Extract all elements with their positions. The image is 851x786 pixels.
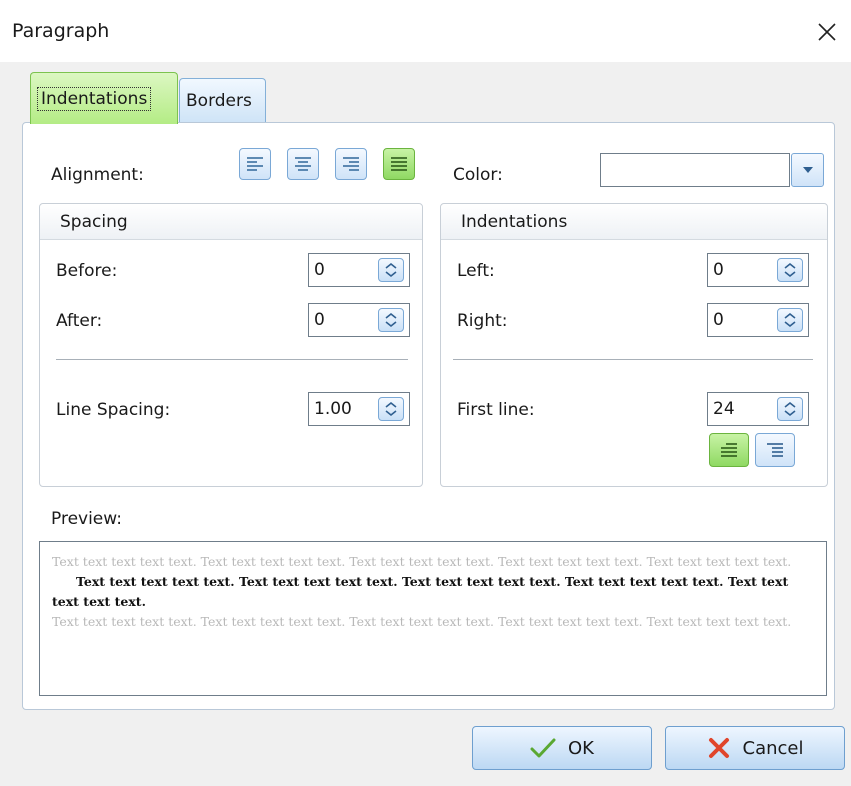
right-indent-value: 0 — [713, 310, 724, 330]
align-right-icon — [343, 157, 359, 171]
right-indent-label: Right: — [457, 311, 508, 331]
cross-icon — [708, 738, 729, 758]
left-indent-spin-button[interactable] — [777, 258, 803, 282]
tab-borders[interactable]: Borders — [179, 78, 266, 122]
close-button[interactable] — [812, 17, 842, 47]
line-spacing-spin-button[interactable] — [378, 397, 404, 421]
cancel-button[interactable]: Cancel — [665, 726, 845, 770]
first-line-label: First line: — [457, 400, 535, 420]
first-line-indent-icon — [721, 443, 737, 457]
align-justify-button[interactable] — [383, 148, 415, 180]
window-title: Paragraph — [12, 20, 110, 42]
align-justify-icon — [391, 157, 407, 171]
before-value: 0 — [314, 260, 325, 280]
first-line-value: 24 — [713, 399, 735, 419]
chevron-down-icon — [802, 167, 813, 173]
right-indent-spin-button[interactable] — [777, 308, 803, 332]
first-line-indent-button[interactable] — [709, 433, 749, 467]
hanging-indent-button[interactable] — [755, 433, 795, 467]
first-line-spin-button[interactable] — [777, 397, 803, 421]
spin-arrows-icon — [784, 401, 796, 417]
line-spacing-stepper[interactable]: 1.00 — [308, 392, 410, 426]
before-stepper[interactable]: 0 — [308, 253, 410, 287]
ok-button-label: OK — [568, 737, 594, 759]
line-spacing-value: 1.00 — [314, 399, 352, 419]
align-center-icon — [295, 157, 311, 171]
spacing-divider — [56, 359, 408, 360]
align-left-icon — [247, 157, 263, 171]
spin-arrows-icon — [784, 312, 796, 328]
indentations-group: Indentations Left: 0 Right: 0 First line… — [440, 203, 828, 487]
left-indent-stepper[interactable]: 0 — [707, 253, 809, 287]
spacing-group-title: Spacing — [60, 212, 128, 232]
left-indent-label: Left: — [457, 261, 495, 281]
color-input[interactable] — [600, 153, 790, 187]
preview-before-paragraph: Text text text text text. Text text text… — [52, 554, 792, 569]
before-label: Before: — [56, 261, 118, 281]
preview-label: Preview: — [51, 509, 122, 529]
first-line-stepper[interactable]: 24 — [707, 392, 809, 426]
color-dropdown-button[interactable] — [791, 153, 824, 187]
spin-arrows-icon — [385, 401, 397, 417]
align-center-button[interactable] — [287, 148, 319, 180]
line-spacing-label: Line Spacing: — [56, 400, 171, 420]
after-stepper[interactable]: 0 — [308, 303, 410, 337]
indentations-panel: Alignment: Color: Spacing Before: 0 Afte… — [22, 122, 835, 710]
tab-borders-label: Borders — [186, 90, 252, 111]
spacing-group-header: Spacing — [40, 204, 422, 240]
align-right-button[interactable] — [335, 148, 367, 180]
close-icon — [818, 23, 836, 41]
left-indent-value: 0 — [713, 260, 724, 280]
alignment-label: Alignment: — [51, 165, 144, 185]
preview-after-paragraph: Text text text text text. Text text text… — [52, 614, 792, 629]
spacing-group: Spacing Before: 0 After: 0 Line Spacing:… — [39, 203, 423, 487]
color-label: Color: — [453, 165, 503, 185]
spin-arrows-icon — [784, 262, 796, 278]
spin-arrows-icon — [385, 262, 397, 278]
title-bar: Paragraph — [0, 0, 851, 62]
indentations-group-header: Indentations — [441, 204, 827, 240]
after-value: 0 — [314, 310, 325, 330]
dialog-body: Indentations Borders Alignment: Color: S… — [0, 62, 851, 786]
cancel-button-label: Cancel — [742, 737, 804, 759]
after-label: After: — [56, 311, 103, 331]
spin-arrows-icon — [385, 312, 397, 328]
tab-indentations-label: Indentations — [37, 86, 152, 111]
preview-box: Text text text text text. Text text text… — [39, 541, 827, 696]
tab-indentations[interactable]: Indentations — [30, 72, 178, 124]
before-spin-button[interactable] — [378, 258, 404, 282]
indentations-divider — [453, 359, 813, 360]
checkmark-icon — [530, 738, 556, 758]
indentations-group-title: Indentations — [461, 212, 568, 232]
align-left-button[interactable] — [239, 148, 271, 180]
ok-button[interactable]: OK — [472, 726, 652, 770]
hanging-indent-icon — [767, 443, 783, 457]
after-spin-button[interactable] — [378, 308, 404, 332]
preview-current-paragraph: Text text text text text. Text text text… — [52, 574, 789, 609]
right-indent-stepper[interactable]: 0 — [707, 303, 809, 337]
